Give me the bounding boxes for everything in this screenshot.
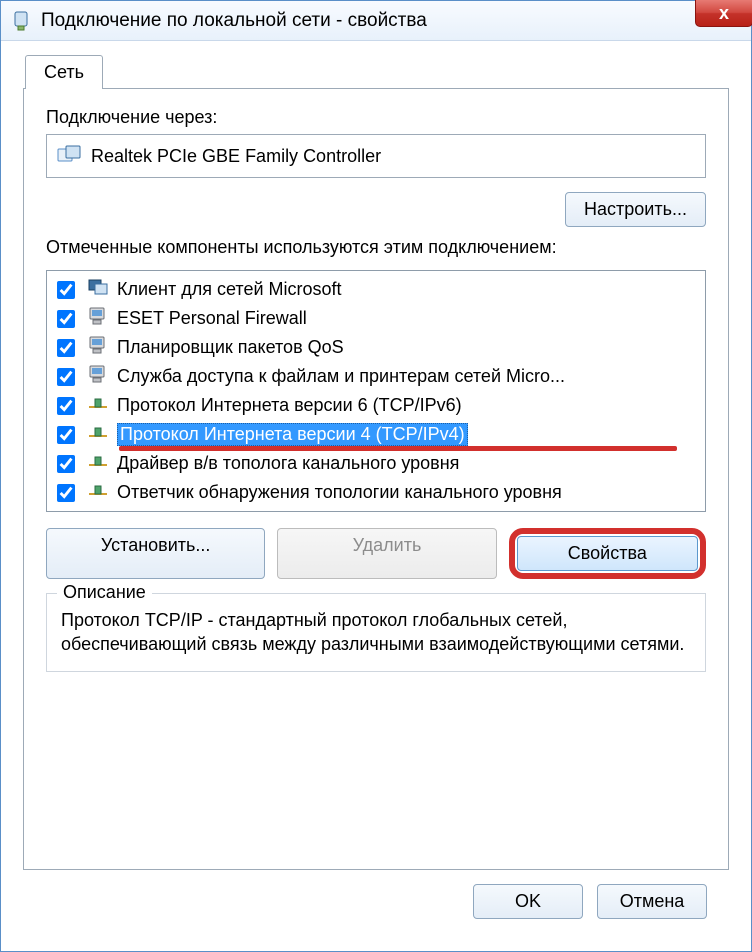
components-label: Отмеченные компоненты используются этим … [46,237,706,258]
component-label: Ответчик обнаружения топологии канальног… [117,482,562,503]
description-title: Описание [57,582,152,603]
properties-button[interactable]: Свойства [517,536,698,571]
configure-button[interactable]: Настроить... [565,192,706,227]
component-label: Протокол Интернета версии 6 (TCP/IPv6) [117,395,462,416]
ok-button[interactable]: OK [473,884,583,919]
component-row[interactable]: ESET Personal Firewall [49,304,703,333]
tabstrip: Сеть [23,55,729,88]
component-icon [87,480,109,505]
component-list[interactable]: Клиент для сетей Microsoft ESET Personal … [46,270,706,512]
close-icon: x [719,3,729,24]
component-row[interactable]: Драйвер в/в тополога канального уровня [49,449,703,478]
network-adapter-icon [11,10,31,32]
close-button[interactable]: x [695,0,752,27]
component-label: ESET Personal Firewall [117,308,307,329]
component-label: Служба доступа к файлам и принтерам сете… [117,366,565,387]
component-checkbox[interactable] [57,281,75,299]
install-button[interactable]: Установить... [46,528,265,579]
titlebar: Подключение по локальной сети - свойства… [1,1,751,41]
window-title: Подключение по локальной сети - свойства [41,10,747,32]
component-row[interactable]: Служба доступа к файлам и принтерам сете… [49,362,703,391]
component-checkbox[interactable] [57,484,75,502]
cancel-button[interactable]: Отмена [597,884,707,919]
component-label: Клиент для сетей Microsoft [117,279,342,300]
component-checkbox[interactable] [57,455,75,473]
component-row[interactable]: Ответчик обнаружения топологии канальног… [49,478,703,507]
client-area: Сеть Подключение через: Realtek PCIe GBE… [1,41,751,951]
component-label: Протокол Интернета версии 4 (TCP/IPv4) [117,423,468,446]
highlight-ring: Свойства [509,528,706,579]
description-group: Описание Протокол TCP/IP - стандартный п… [46,593,706,672]
component-checkbox[interactable] [57,426,75,444]
tab-network[interactable]: Сеть [25,55,103,89]
connect-via-label: Подключение через: [46,107,706,128]
component-checkbox[interactable] [57,339,75,357]
component-icon [87,393,109,418]
properties-dialog: Подключение по локальной сети - свойства… [0,0,752,952]
component-icon [87,364,109,389]
component-row[interactable]: Протокол Интернета версии 4 (TCP/IPv4) [49,420,703,449]
dialog-footer: OK Отмена [23,870,729,937]
component-row[interactable]: Клиент для сетей Microsoft [49,275,703,304]
component-icon [87,306,109,331]
component-icon [87,277,109,302]
component-checkbox[interactable] [57,397,75,415]
remove-button: Удалить [277,528,496,579]
component-icon [87,451,109,476]
component-label: Драйвер в/в тополога канального уровня [117,453,459,474]
component-checkbox[interactable] [57,310,75,328]
component-row[interactable]: Планировщик пакетов QoS [49,333,703,362]
description-text: Протокол TCP/IP - стандартный протокол г… [61,608,691,657]
adapter-field[interactable]: Realtek PCIe GBE Family Controller [46,134,706,178]
component-buttons-row: Установить... Удалить Свойства [46,528,706,579]
component-icon [87,335,109,360]
component-checkbox[interactable] [57,368,75,386]
nic-icon [57,145,81,167]
component-icon [87,422,109,447]
component-row[interactable]: Протокол Интернета версии 6 (TCP/IPv6) [49,391,703,420]
adapter-name: Realtek PCIe GBE Family Controller [91,146,381,167]
component-label: Планировщик пакетов QoS [117,337,344,358]
tab-panel-network: Подключение через: Realtek PCIe GBE Fami… [23,88,729,870]
